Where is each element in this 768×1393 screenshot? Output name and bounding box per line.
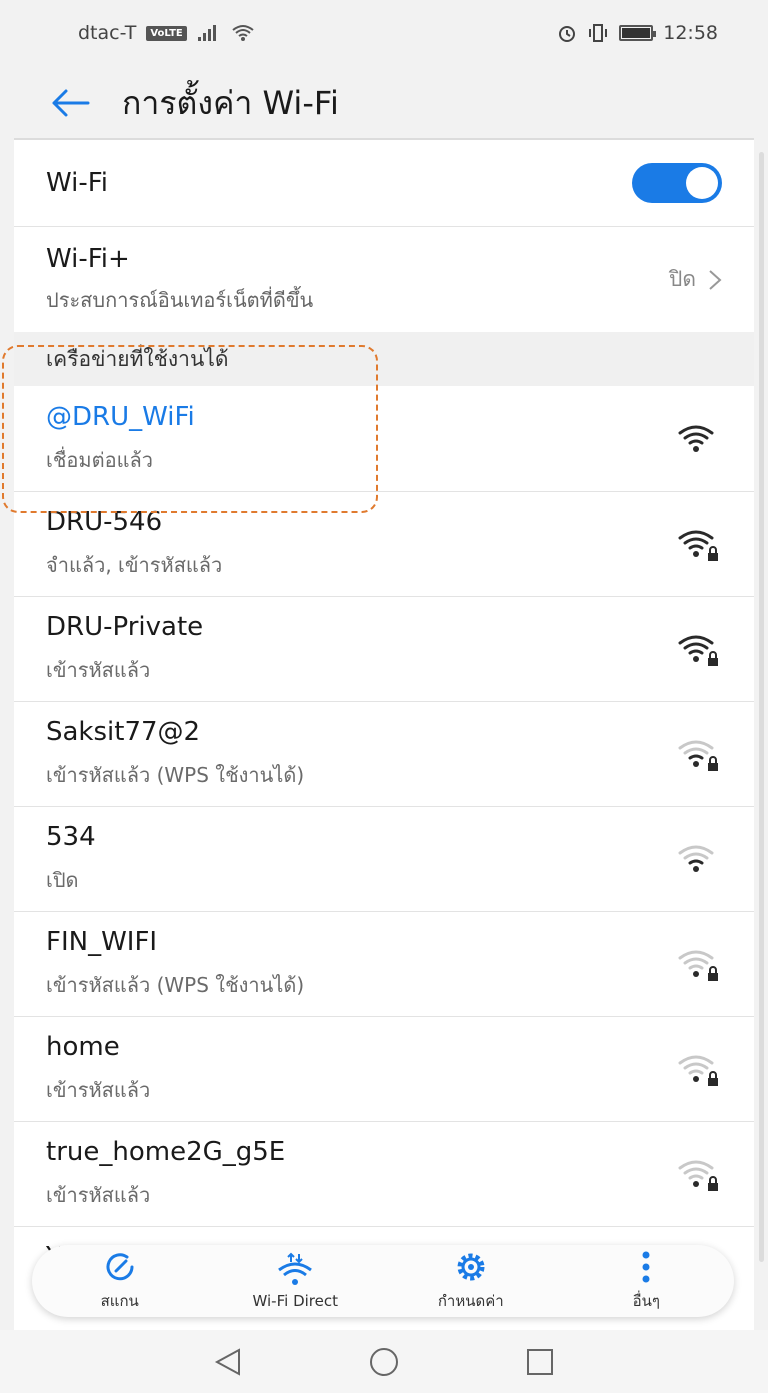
scrollbar[interactable] [759, 152, 764, 1262]
more-vert-icon [626, 1249, 666, 1285]
network-row[interactable]: 534 เปิด [14, 806, 754, 911]
network-row[interactable]: home เข้ารหัสแล้ว [14, 1016, 754, 1121]
network-row[interactable]: DRU-Private เข้ารหัสแล้ว [14, 596, 754, 701]
wifi-plus-description: ประสบการณ์อินเทอร์เน็ตที่ดีขึ้น [46, 287, 314, 312]
more-button[interactable]: อื่นๆ [576, 1249, 716, 1313]
network-text: DRU-Private เข้ารหัสแล้ว [46, 612, 674, 686]
system-nav-bar [0, 1330, 768, 1393]
network-name: DRU-546 [46, 507, 163, 537]
wifi-direct-button[interactable]: Wi-Fi Direct [225, 1252, 365, 1310]
gear-icon [451, 1249, 491, 1285]
alarm-icon [559, 26, 576, 42]
network-text: DRU-546 จำแล้ว, เข้ารหัสแล้ว [46, 507, 674, 581]
network-status: เข้ารหัสแล้ว (WPS ใช้งานได้) [46, 763, 305, 787]
network-name: @DRU_WiFi [46, 401, 195, 432]
wifi-direct-icon [275, 1252, 315, 1288]
clock: 12:58 [663, 22, 718, 44]
back-button[interactable] [48, 81, 92, 125]
wifi-signal-icon [674, 419, 722, 459]
network-text: true_home2G_g5E เข้ารหัสแล้ว [46, 1137, 674, 1211]
scan-icon [100, 1249, 140, 1285]
carrier-name: dtac-T [78, 22, 137, 44]
wifi-locked-signal-icon [674, 1154, 722, 1194]
wifi-locked-signal-icon [674, 1049, 722, 1089]
vibrate-icon [589, 24, 608, 42]
wifi-plus-row[interactable]: Wi-Fi+ ประสบการณ์อินเทอร์เน็ตที่ดีขึ้น ป… [14, 226, 754, 332]
available-networks-header: เครือข่ายที่ใช้งานได้ [14, 332, 754, 386]
network-status: จำแล้ว, เข้ารหัสแล้ว [46, 553, 223, 577]
network-row[interactable]: DRU-546 จำแล้ว, เข้ารหัสแล้ว [14, 491, 754, 596]
wifi-plus-text: Wi-Fi+ ประสบการณ์อินเทอร์เน็ตที่ดีขึ้น [46, 244, 669, 316]
settings-label: กำหนดค่า [437, 1292, 504, 1310]
network-status: เข้ารหัสแล้ว [46, 1078, 151, 1102]
more-label: อื่นๆ [632, 1292, 660, 1310]
network-name: 534 [46, 822, 96, 852]
home-circle-icon[interactable] [368, 1346, 400, 1378]
status-left: dtac-T VoLTE [78, 22, 255, 44]
back-triangle-icon[interactable] [213, 1347, 243, 1377]
scan-button[interactable]: สแกน [50, 1249, 190, 1313]
settings-list: Wi-Fi Wi-Fi+ ประสบการณ์อินเทอร์เน็ตที่ดี… [14, 140, 754, 1330]
network-status: เปิด [46, 868, 79, 892]
network-status: เข้ารหัสแล้ว [46, 1183, 151, 1207]
network-name: FIN_WIFI [46, 927, 158, 957]
status-right: 12:58 [557, 22, 718, 44]
network-status: เข้ารหัสแล้ว [46, 658, 151, 682]
battery-icon [619, 25, 657, 41]
network-name: home [46, 1032, 120, 1062]
network-text: home เข้ารหัสแล้ว [46, 1032, 674, 1106]
wifi-toggle-label: Wi-Fi [46, 168, 109, 198]
recents-square-icon[interactable] [525, 1347, 555, 1377]
wifi-toggle-row[interactable]: Wi-Fi [14, 140, 754, 226]
network-name: DRU-Private [46, 612, 204, 642]
network-row[interactable]: true_home2G_g5E เข้ารหัสแล้ว [14, 1121, 754, 1226]
page-title: การตั้งค่า Wi-Fi [122, 83, 339, 122]
network-row[interactable]: Saksit77@2 เข้ารหัสแล้ว (WPS ใช้งานได้) [14, 701, 754, 806]
network-status: เชื่อมต่อแล้ว [46, 447, 153, 472]
wifi-direct-label: Wi-Fi Direct [252, 1292, 338, 1310]
network-name: true_home2G_g5E [46, 1137, 286, 1167]
scan-label: สแกน [100, 1292, 139, 1310]
bottom-toolbar: สแกน Wi-Fi Direct กำหนดค่า อื่นๆ [32, 1245, 734, 1317]
network-row[interactable]: @DRU_WiFi เชื่อมต่อแล้ว [14, 386, 754, 491]
app-header: การตั้งค่า Wi-Fi [0, 66, 768, 140]
network-text: FIN_WIFI เข้ารหัสแล้ว (WPS ใช้งานได้) [46, 927, 674, 1001]
network-name: Saksit77@2 [46, 717, 201, 747]
wifi-locked-signal-icon [674, 944, 722, 984]
chevron-right-icon [709, 269, 722, 290]
volte-badge: VoLTE [146, 25, 187, 41]
network-list: @DRU_WiFi เชื่อมต่อแล้ว DRU-546 จำแล้ว, เข้… [14, 386, 754, 1330]
network-status: เข้ารหัสแล้ว (WPS ใช้งานได้) [46, 973, 305, 997]
switch-knob [686, 167, 718, 199]
signal-icon [197, 25, 216, 41]
wifi-icon [232, 25, 254, 41]
wifi-locked-signal-icon [674, 734, 722, 774]
status-bar: dtac-T VoLTE 12:58 [0, 0, 768, 66]
arrow-left-icon [52, 89, 90, 117]
wifi-locked-signal-icon [674, 524, 722, 564]
wifi-plus-state: ปิด [669, 263, 722, 296]
wifi-locked-signal-icon [674, 629, 722, 669]
network-text: 534 เปิด [46, 822, 674, 896]
network-text: Saksit77@2 เข้ารหัสแล้ว (WPS ใช้งานได้) [46, 717, 674, 791]
wifi-plus-label: Wi-Fi+ [46, 243, 130, 274]
network-row[interactable]: FIN_WIFI เข้ารหัสแล้ว (WPS ใช้งานได้) [14, 911, 754, 1016]
settings-button[interactable]: กำหนดค่า [401, 1249, 541, 1313]
wifi-signal-icon [674, 839, 722, 879]
wifi-switch[interactable] [632, 163, 722, 203]
wifi-plus-state-label: ปิด [669, 267, 696, 291]
network-text: @DRU_WiFi เชื่อมต่อแล้ว [46, 402, 674, 476]
